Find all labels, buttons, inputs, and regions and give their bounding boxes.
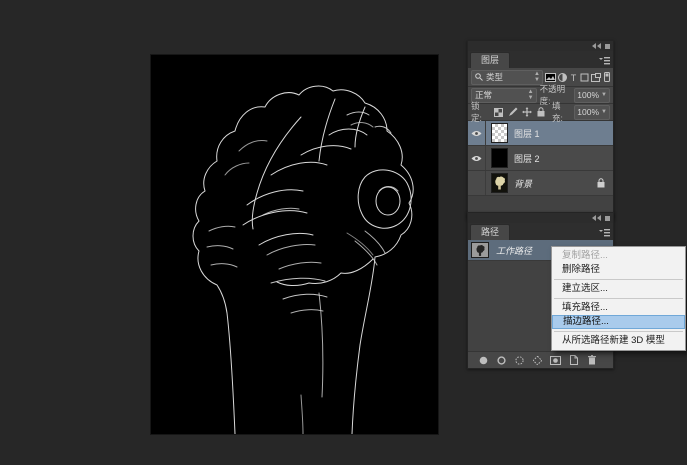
- visibility-toggle[interactable]: [468, 171, 486, 195]
- panel-menu-icon[interactable]: [599, 229, 610, 237]
- new-path-icon[interactable]: [568, 355, 579, 366]
- layer-thumbnail[interactable]: [491, 123, 508, 143]
- visibility-toggle[interactable]: [468, 121, 486, 145]
- fill-label: 填充:: [552, 100, 571, 124]
- filter-type-label: 类型: [486, 71, 531, 83]
- load-path-as-selection-icon[interactable]: [514, 355, 525, 366]
- paths-tab-row: 路径: [468, 223, 613, 240]
- fist-line-art: [151, 55, 438, 434]
- menu-item-new-3d-model[interactable]: 从所选路径新建 3D 模型: [552, 334, 685, 348]
- filter-adjustment-layers-icon[interactable]: [558, 71, 567, 84]
- layer-name[interactable]: 图层 1: [514, 127, 613, 140]
- menu-separator: [554, 331, 683, 332]
- opacity-value: 100%: [577, 90, 599, 100]
- lock-image-pixels-icon[interactable]: [507, 106, 518, 118]
- svg-text:T: T: [571, 73, 577, 82]
- layer-row-1[interactable]: 图层 1: [468, 121, 613, 146]
- tab-layers[interactable]: 图层: [470, 52, 510, 68]
- layer-row-2[interactable]: 图层 2: [468, 146, 613, 171]
- menu-separator: [554, 279, 683, 280]
- make-work-path-from-selection-icon[interactable]: [532, 355, 543, 366]
- add-mask-icon[interactable]: [550, 355, 561, 366]
- fill-path-icon[interactable]: [478, 355, 489, 366]
- filter-type-layers-icon[interactable]: T: [569, 71, 578, 84]
- layers-tab-row: 图层: [468, 51, 613, 68]
- filter-smart-objects-icon[interactable]: [591, 71, 601, 84]
- filter-switch-icon[interactable]: [603, 71, 610, 84]
- delete-path-icon[interactable]: [586, 355, 597, 366]
- lock-all-icon[interactable]: [535, 106, 546, 118]
- filter-pixel-layers-icon[interactable]: [545, 71, 556, 84]
- dropdown-arrows-icon: ▲▼: [528, 89, 533, 101]
- lock-transparent-pixels-icon[interactable]: [493, 106, 504, 118]
- eye-icon: [471, 155, 482, 162]
- paths-toolbar: [468, 351, 613, 368]
- lock-position-icon[interactable]: [521, 106, 532, 118]
- layer-lock-icon: [597, 178, 605, 188]
- layer-row-background[interactable]: 背景: [468, 171, 613, 196]
- filter-shape-layers-icon[interactable]: [580, 71, 589, 84]
- chevron-down-icon: ▼: [601, 92, 607, 98]
- panel-menu-icon[interactable]: [599, 57, 610, 65]
- layer-list: 图层 1 图层 2 背景: [468, 121, 613, 218]
- layer-name[interactable]: 背景: [514, 177, 597, 190]
- stroke-path-icon[interactable]: [496, 355, 507, 366]
- opacity-value-box[interactable]: 100% ▼: [574, 88, 610, 103]
- search-icon: [475, 73, 483, 81]
- tab-paths[interactable]: 路径: [470, 224, 510, 240]
- chevron-down-icon: ▼: [601, 109, 607, 115]
- visibility-toggle[interactable]: [468, 146, 486, 170]
- layer-thumbnail[interactable]: [491, 148, 508, 168]
- document-canvas[interactable]: [151, 55, 438, 434]
- collapse-panels-icon[interactable]: [592, 43, 601, 49]
- menu-item-stroke-path[interactable]: 描边路径...: [552, 315, 685, 329]
- menu-item-delete-path[interactable]: 删除路径: [552, 263, 685, 277]
- eye-icon: [471, 130, 482, 137]
- menu-item-make-selection[interactable]: 建立选区...: [552, 282, 685, 296]
- lock-row: 锁定: 填充: 100% ▼: [468, 104, 613, 121]
- filter-type-dropdown[interactable]: 类型 ▲▼: [471, 70, 543, 85]
- collapse-panels-icon[interactable]: [592, 215, 601, 221]
- fill-value-box[interactable]: 100% ▼: [574, 105, 610, 120]
- close-panel-icon[interactable]: [605, 44, 610, 49]
- menu-separator: [554, 298, 683, 299]
- layers-panel-topbar: [468, 41, 613, 51]
- layers-panel: 图层 类型 ▲▼ T 正: [467, 40, 614, 219]
- layer-name[interactable]: 图层 2: [514, 152, 613, 165]
- menu-item-duplicate-path: 复制路径...: [552, 249, 685, 263]
- fill-value: 100%: [577, 107, 599, 117]
- close-panel-icon[interactable]: [605, 216, 610, 221]
- paths-panel-topbar: [468, 213, 613, 223]
- menu-item-fill-path[interactable]: 填充路径...: [552, 301, 685, 315]
- path-thumbnail[interactable]: [471, 242, 489, 258]
- work-path-label[interactable]: 工作路径: [496, 244, 532, 257]
- path-context-menu: 复制路径... 删除路径 建立选区... 填充路径... 描边路径... 从所选…: [551, 246, 686, 351]
- layer-thumbnail[interactable]: [491, 173, 508, 193]
- dropdown-arrows-icon: ▲▼: [534, 71, 539, 83]
